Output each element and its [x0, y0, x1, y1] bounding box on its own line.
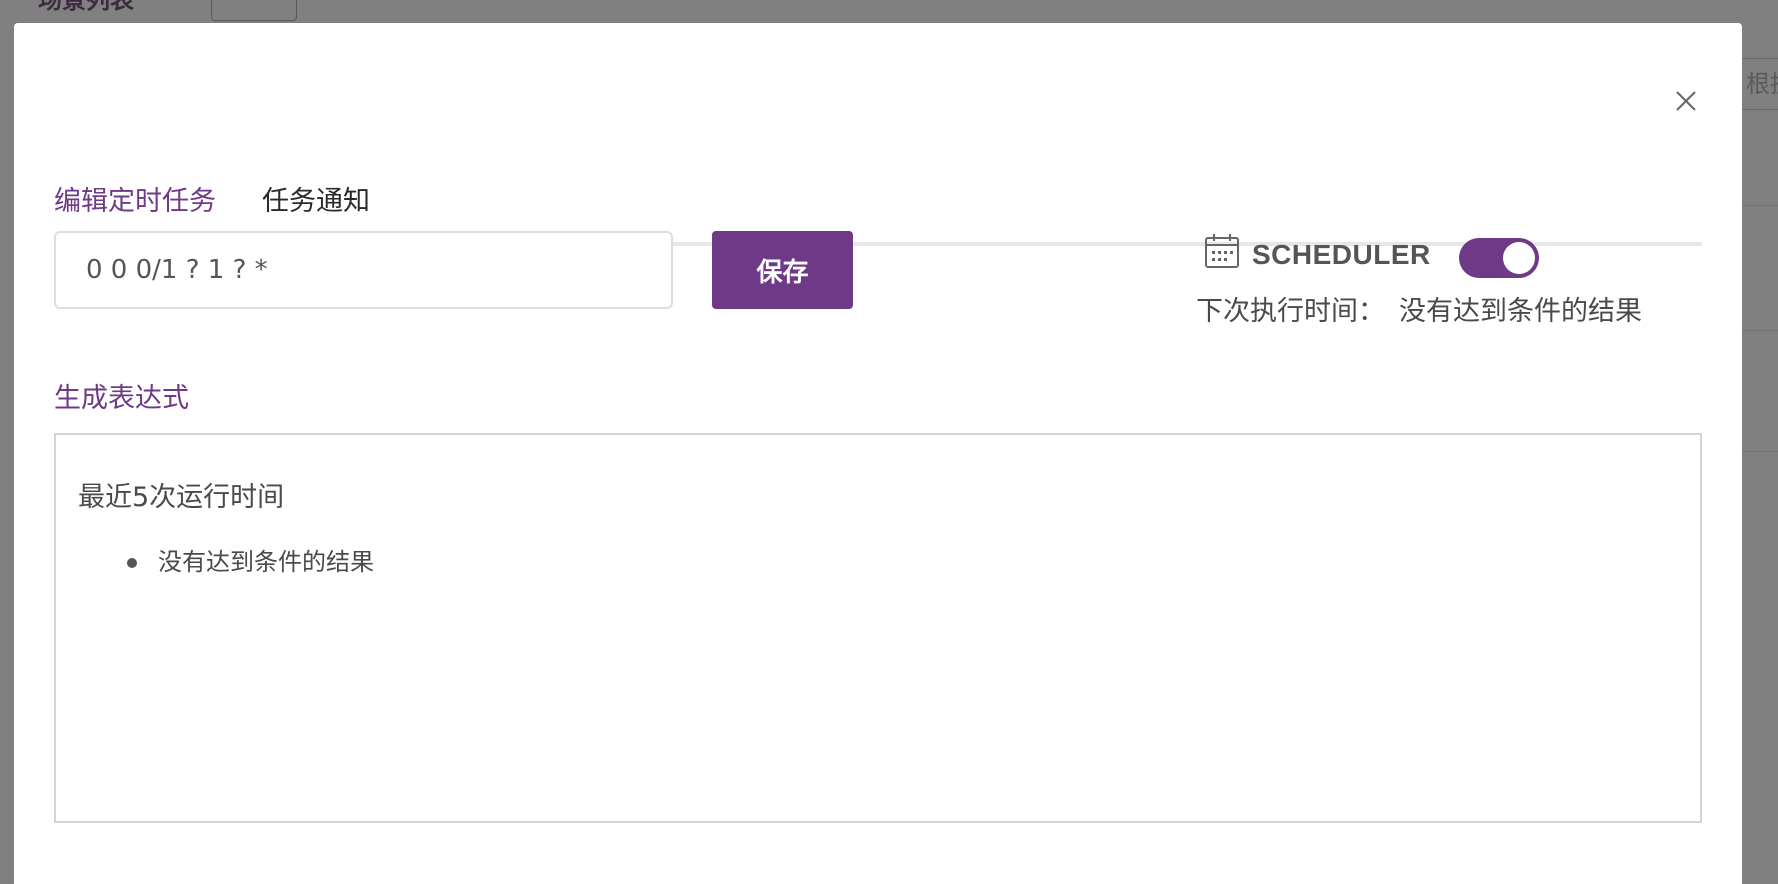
- tab-edit-schedule[interactable]: 编辑定时任务: [54, 184, 216, 220]
- recent-runs-panel: 最近5次运行时间 没有达到条件的结果: [54, 433, 1702, 823]
- generate-expression-link[interactable]: 生成表达式: [54, 376, 189, 415]
- next-run-label: 下次执行时间：: [1196, 296, 1385, 327]
- background-divider: [1742, 330, 1778, 331]
- background-page-title: 场景列表: [38, 0, 134, 14]
- recent-runs-list: 没有达到条件的结果: [56, 547, 374, 577]
- list-item: 没有达到条件的结果: [56, 547, 374, 577]
- calendar-icon: [1205, 234, 1239, 268]
- save-button[interactable]: 保存: [712, 231, 853, 309]
- recent-runs-title: 最近5次运行时间: [78, 482, 285, 513]
- cron-expression-input[interactable]: [54, 231, 673, 309]
- scheduler-panel: SCHEDULER 下次执行时间： 没有达到条件的结果: [1196, 233, 1704, 327]
- background-add-button: +: [211, 0, 297, 21]
- background-divider: [1742, 451, 1778, 452]
- next-run-time: 下次执行时间： 没有达到条件的结果: [1196, 289, 1642, 328]
- scheduler-toggle[interactable]: [1459, 238, 1539, 278]
- scheduler-modal: 编辑定时任务 任务通知 保存 SCHEDULER 下次执行时间： 没有达到条件的结…: [14, 23, 1742, 884]
- close-icon[interactable]: [1668, 83, 1702, 117]
- next-run-value: 没有达到条件的结果: [1399, 296, 1642, 327]
- tab-task-notification[interactable]: 任务通知: [262, 184, 370, 220]
- background-divider: [1742, 205, 1778, 206]
- scheduler-label: SCHEDULER: [1252, 239, 1431, 270]
- toggle-knob: [1503, 242, 1535, 274]
